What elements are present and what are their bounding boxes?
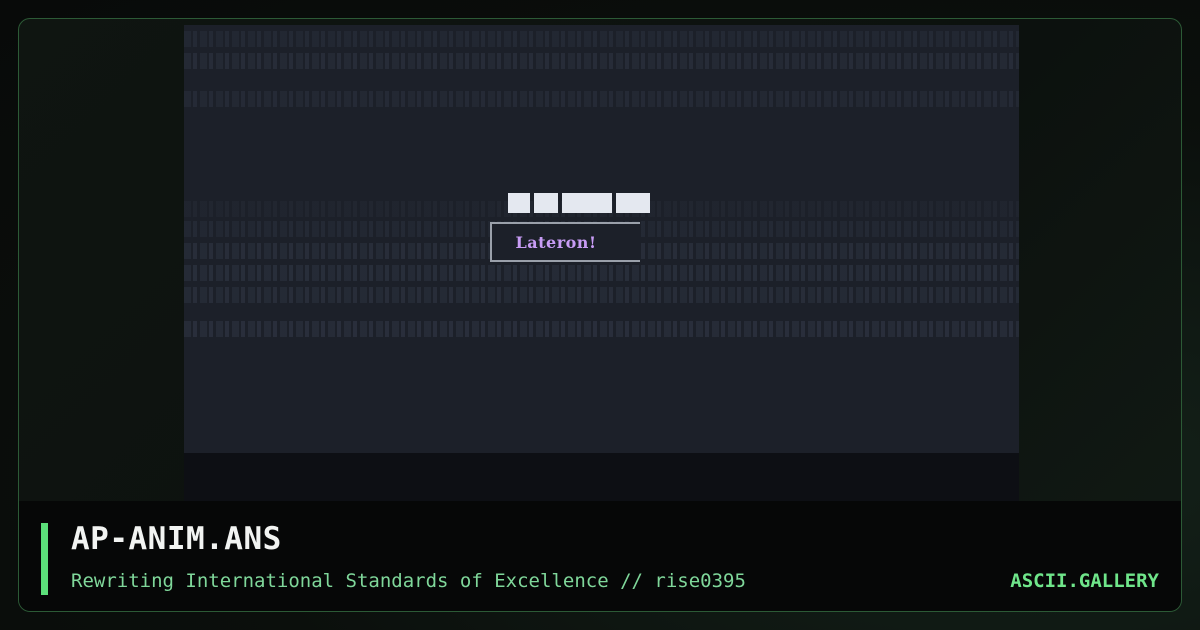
scrolling-text-row xyxy=(184,31,1019,47)
artwork-title: AP-ANIM.ANS xyxy=(71,521,282,557)
scrolling-text-row xyxy=(184,265,1019,281)
preview-bottom-strip xyxy=(184,453,1019,501)
share-card: Lateron! AP-ANIM.ANS Rewriting Internati… xyxy=(0,0,1200,630)
logo-block-graphic xyxy=(508,193,650,213)
scrolling-text-row xyxy=(184,53,1019,69)
artwork-preview[interactable]: Lateron! xyxy=(184,25,1019,501)
scrolling-text-row xyxy=(184,287,1019,303)
scrolling-text-row xyxy=(184,91,1019,107)
artwork-subtitle: Rewriting International Standards of Exc… xyxy=(71,570,746,592)
caption-box: Lateron! xyxy=(490,222,640,262)
card-frame: Lateron! AP-ANIM.ANS Rewriting Internati… xyxy=(18,18,1182,612)
preview-caption: Lateron! xyxy=(515,232,597,252)
scrolling-text-row xyxy=(184,321,1019,337)
site-brand[interactable]: ASCII.GALLERY xyxy=(1010,570,1159,592)
card-footer: AP-ANIM.ANS Rewriting International Stan… xyxy=(19,501,1181,611)
accent-bar xyxy=(41,523,48,595)
